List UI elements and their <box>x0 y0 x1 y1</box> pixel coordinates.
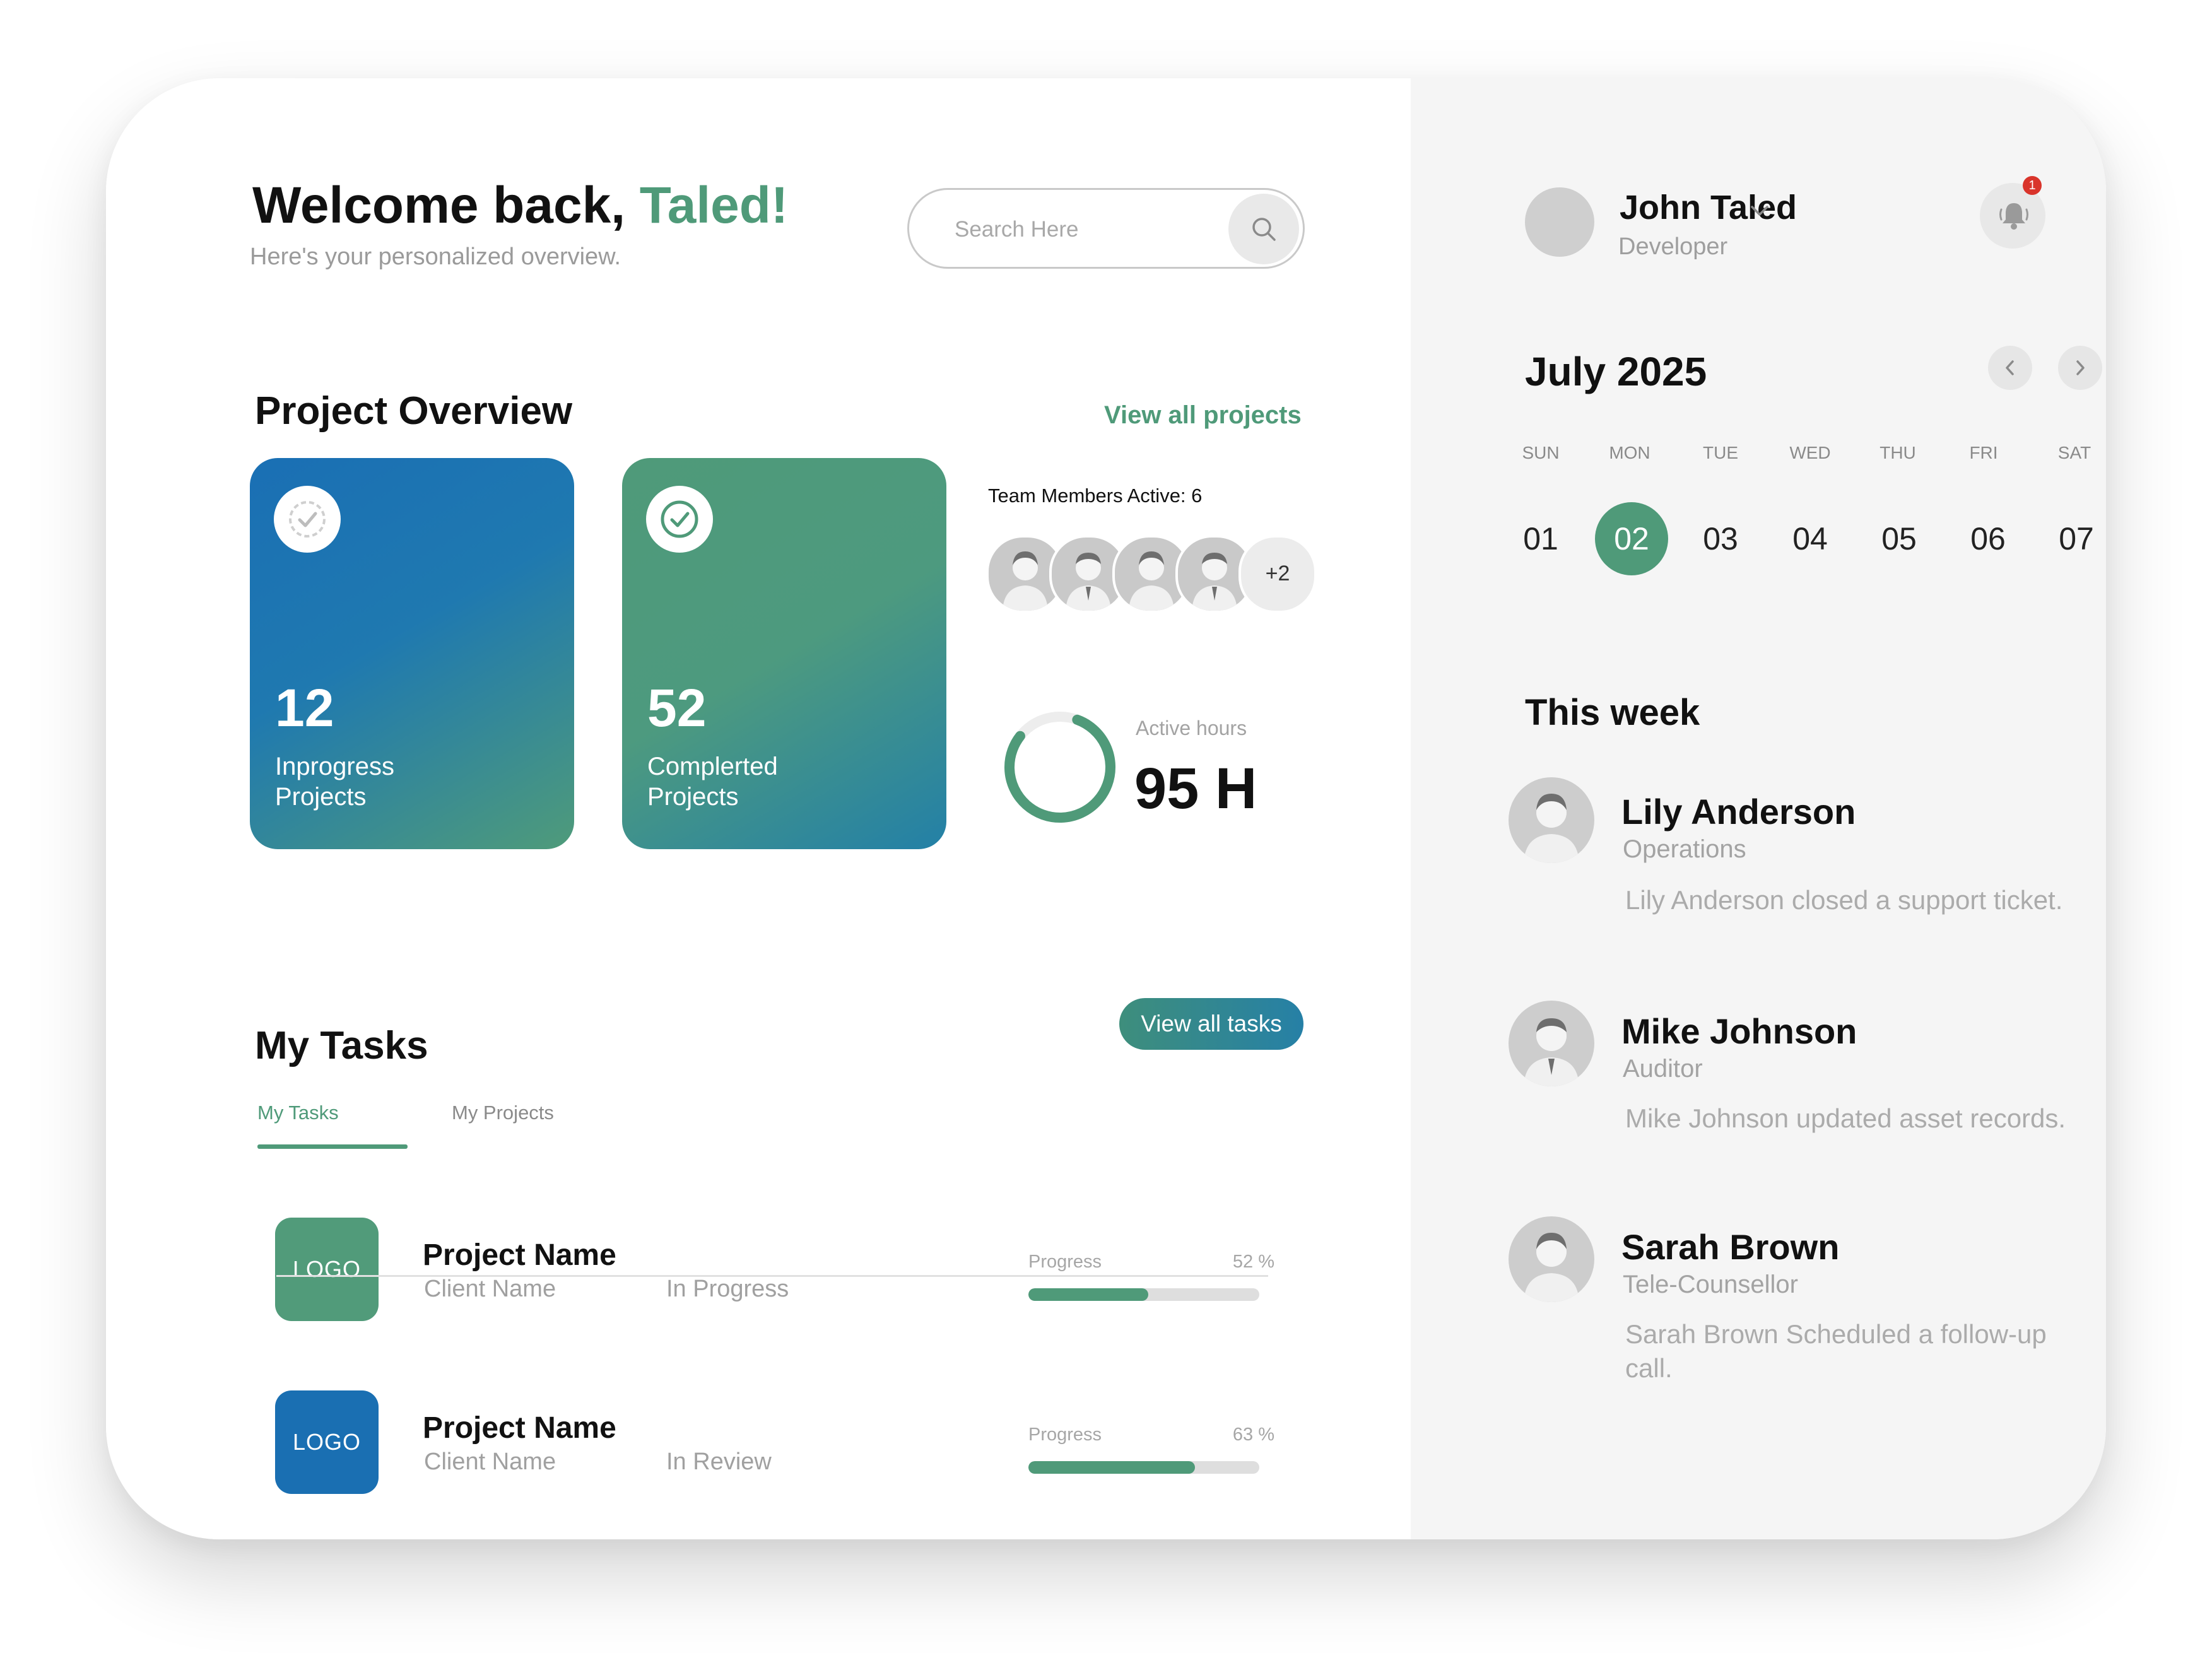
progress-bar <box>1028 1461 1259 1474</box>
team-members-active-label: Team Members Active: 6 <box>988 485 1203 507</box>
completed-count: 52 <box>647 678 707 738</box>
project-logo: LOGO <box>275 1390 379 1494</box>
weekday-tue: TUE <box>1703 443 1738 462</box>
activity-person-name: Mike Johnson <box>1621 1011 1857 1051</box>
notification-badge: 1 <box>2023 176 2042 195</box>
chevron-left-icon <box>2006 360 2014 375</box>
activity-person-role: Auditor <box>1623 1055 1703 1083</box>
user-avatar[interactable] <box>1525 187 1594 257</box>
activity-description: Mike Johnson updated asset records. <box>1625 1103 2066 1133</box>
calendar-day-selected[interactable]: 02 <box>1595 502 1668 575</box>
activity-person-role: Operations <box>1623 835 1746 863</box>
weekday-wed: WED <box>1789 443 1831 462</box>
team-avatar-stack: +2 <box>986 535 1327 613</box>
welcome-prefix: Welcome back, <box>252 177 640 234</box>
weekday-sat: SAT <box>2057 443 2091 462</box>
task-row[interactable]: LOGO Project Name Client Name In Review … <box>106 1368 1411 1494</box>
completed-label-line1: Complerted <box>647 753 778 780</box>
next-month-button[interactable] <box>2058 346 2102 390</box>
activity-avatar <box>1509 1216 1594 1302</box>
activity-avatar <box>1509 1001 1594 1086</box>
progress-label: Progress <box>1028 1252 1102 1272</box>
chevron-down-icon[interactable] <box>1748 203 1771 218</box>
active-tab-indicator <box>257 1144 408 1149</box>
calendar-day[interactable]: 06 <box>1951 502 2025 575</box>
progress-percent: 52 % <box>1232 1252 1274 1272</box>
progress-icon <box>274 486 341 553</box>
activity-item[interactable]: Sarah Brown Tele-Counsellor Sarah Brown … <box>1499 1216 2067 1406</box>
inprogress-projects-card[interactable]: 12 Inprogress Projects <box>250 458 574 849</box>
activity-person-name: Sarah Brown <box>1621 1227 1840 1267</box>
progress-percent: 63 % <box>1232 1425 1274 1445</box>
team-more-count: +2 <box>1265 561 1290 585</box>
view-all-tasks-button[interactable]: View all tasks <box>1119 998 1303 1050</box>
activity-description: Lily Anderson closed a support ticket. <box>1625 885 2063 915</box>
active-hours-label: Active hours <box>1136 717 1247 739</box>
welcome-subtitle: Here's your personalized overview. <box>250 244 621 270</box>
calendar-day[interactable]: 07 <box>2040 502 2106 575</box>
activity-person-role: Tele-Counsellor <box>1623 1271 1798 1298</box>
activity-person-name: Lily Anderson <box>1621 792 1856 832</box>
progress-label: Progress <box>1028 1425 1102 1445</box>
activity-item[interactable]: Mike Johnson Auditor Mike Johnson update… <box>1499 1001 2067 1190</box>
welcome-heading: Welcome back, Taled! <box>252 176 788 235</box>
active-hours-ring <box>1004 712 1115 823</box>
task-status: In Progress <box>666 1276 789 1302</box>
calendar-day[interactable]: 03 <box>1684 502 1757 575</box>
progress-bar <box>1028 1288 1259 1301</box>
my-tasks-title: My Tasks <box>255 1024 428 1067</box>
progress-bar-fill <box>1028 1461 1195 1474</box>
task-client-name: Client Name <box>424 1276 556 1302</box>
weekday-thu: THU <box>1880 443 1916 462</box>
task-row[interactable]: LOGO Project Name Client Name In Progres… <box>106 1195 1411 1321</box>
search-button[interactable] <box>1228 194 1299 264</box>
prev-month-button[interactable] <box>1988 346 2032 390</box>
active-hours-value: 95 H <box>1134 756 1257 821</box>
calendar-day[interactable]: 04 <box>1774 502 1847 575</box>
dashboard-device-frame: Welcome back, Taled! Here's your persona… <box>106 78 2106 1539</box>
bell-icon <box>1999 203 2028 230</box>
activity-item[interactable]: Lily Anderson Operations Lily Anderson c… <box>1499 777 2067 967</box>
task-project-name: Project Name <box>423 1238 616 1272</box>
chevron-right-icon <box>2076 360 2085 375</box>
activity-avatar <box>1509 777 1594 863</box>
search-box <box>907 188 1305 269</box>
calendar-month: July 2025 <box>1525 349 1707 394</box>
side-panel: John Taled Developer 1 July 2025 SUN MON… <box>1411 78 2106 1539</box>
project-overview-title: Project Overview <box>255 389 573 433</box>
inprogress-label-line1: Inprogress <box>275 753 394 780</box>
search-input[interactable] <box>953 209 1208 250</box>
team-more-badge[interactable]: +2 <box>1238 535 1317 613</box>
inprogress-count: 12 <box>275 678 334 738</box>
completed-label-line2: Projects <box>647 783 739 811</box>
task-client-name: Client Name <box>424 1449 556 1475</box>
tab-my-projects[interactable]: My Projects <box>452 1102 554 1124</box>
check-circle-icon <box>646 486 713 553</box>
welcome-name: Taled! <box>639 177 789 234</box>
view-all-projects-link[interactable]: View all projects <box>1104 401 1302 430</box>
weekday-mon: MON <box>1609 443 1650 462</box>
task-project-name: Project Name <box>423 1411 616 1445</box>
weekday-fri: FRI <box>1969 443 1998 462</box>
progress-bar-fill <box>1028 1288 1149 1301</box>
project-logo: LOGO <box>275 1218 379 1321</box>
completed-projects-card[interactable]: 52 Complerted Projects <box>622 458 946 849</box>
completed-label: Complerted Projects <box>647 751 778 812</box>
task-divider <box>276 1275 1268 1277</box>
inprogress-label-line2: Projects <box>275 783 367 811</box>
task-status: In Review <box>666 1449 772 1475</box>
calendar-day[interactable]: 01 <box>1504 502 1577 575</box>
tab-my-tasks[interactable]: My Tasks <box>257 1102 339 1124</box>
user-role: Developer <box>1618 233 1728 260</box>
search-icon <box>1252 218 1276 241</box>
calendar-day[interactable]: 05 <box>1862 502 1936 575</box>
main-panel: Welcome back, Taled! Here's your persona… <box>106 78 1411 1539</box>
this-week-title: This week <box>1525 692 1700 733</box>
inprogress-label: Inprogress Projects <box>275 751 394 812</box>
weekday-sun: SUN <box>1522 443 1560 462</box>
activity-description: Sarah Brown Scheduled a follow-up call. <box>1625 1319 2047 1383</box>
